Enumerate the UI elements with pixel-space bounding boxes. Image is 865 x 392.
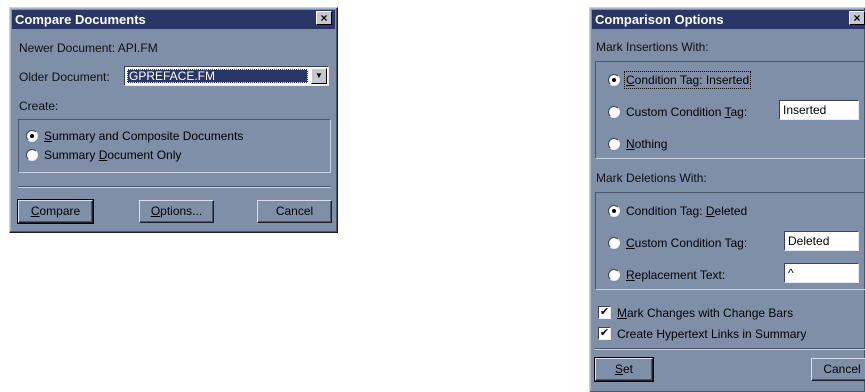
insert-nothing-label: Nothing — [626, 137, 668, 151]
close-button[interactable]: × — [316, 11, 332, 25]
radio-delete-condition-tag[interactable] — [608, 205, 620, 217]
radio-insert-custom-tag[interactable] — [608, 106, 620, 118]
newer-document-label: Newer Document: — [19, 41, 116, 55]
close-icon: × — [853, 11, 861, 25]
insert-custom-tag-input[interactable]: Inserted — [779, 100, 859, 120]
radio-insert-condition-tag[interactable] — [608, 74, 620, 86]
check-icon[interactable]: ✔ — [598, 306, 611, 319]
hypertext-links-option[interactable]: ✔ Create Hypertext Links in Summary — [598, 326, 806, 342]
comparison-options-dialog: Comparison Options × Mark Insertions Wit… — [589, 7, 865, 392]
option-summary-only[interactable]: Summary Document Only — [26, 147, 181, 163]
delete-custom-tag-input[interactable]: Deleted — [784, 231, 859, 251]
chevron-down-icon[interactable]: ▼ — [311, 68, 327, 84]
divider — [18, 186, 331, 188]
radio-delete-custom-tag[interactable] — [608, 237, 620, 249]
check-icon[interactable]: ✔ — [598, 327, 611, 340]
change-bars-option[interactable]: ✔ Mark Changes with Change Bars — [598, 305, 793, 321]
mark-deletions-label: Mark Deletions With: — [596, 171, 707, 185]
cancel-button[interactable]: Cancel — [257, 200, 332, 223]
newer-document-row: Newer Document: API.FM — [19, 41, 158, 55]
delete-custom-tag-label: Custom Condition Tag: — [626, 236, 748, 250]
change-bars-label: Mark Changes with Change Bars — [617, 306, 794, 320]
radio-summary-only[interactable] — [26, 149, 38, 161]
create-label: Create: — [19, 99, 59, 113]
older-document-select[interactable]: GPREFACE.FM ▼ — [124, 66, 329, 86]
dialog-title: Compare Documents — [15, 12, 146, 27]
insert-custom-tag-option[interactable]: Custom Condition Tag: — [608, 104, 747, 120]
radio-insert-nothing[interactable] — [608, 138, 620, 150]
insert-nothing-option[interactable]: Nothing — [608, 136, 667, 152]
hypertext-links-label: Create Hypertext Links in Summary — [617, 327, 807, 341]
replacement-text-label: Replacement Text: — [626, 268, 726, 282]
older-document-value: GPREFACE.FM — [127, 69, 308, 83]
dialog-title: Comparison Options — [595, 12, 724, 27]
comparison-options-titlebar[interactable]: Comparison Options — [592, 10, 865, 29]
insert-condition-tag-option[interactable]: Condition Tag: Inserted — [608, 71, 752, 89]
delete-custom-tag-option[interactable]: Custom Condition Tag: — [608, 235, 747, 251]
options-button[interactable]: Options... — [139, 200, 214, 223]
insert-condition-tag-label: Condition Tag: Inserted — [623, 71, 752, 89]
deletions-group: Condition Tag: Deleted Custom Condition … — [595, 192, 865, 290]
compare-button[interactable]: Compare — [17, 199, 94, 224]
radio-replacement-text[interactable] — [608, 269, 620, 281]
create-options-group: Summary and Composite Documents Summary … — [18, 119, 331, 173]
option-summary-composite[interactable]: Summary and Composite Documents — [26, 128, 243, 144]
cancel-button[interactable]: Cancel — [811, 358, 865, 381]
mark-insertions-label: Mark Insertions With: — [596, 40, 709, 54]
delete-condition-tag-option[interactable]: Condition Tag: Deleted — [608, 203, 747, 219]
close-button[interactable]: × — [849, 11, 865, 25]
compare-documents-dialog: Compare Documents × Newer Document: API.… — [9, 7, 338, 233]
option-summary-only-label: Summary Document Only — [44, 148, 182, 162]
insertions-group: Condition Tag: Inserted Custom Condition… — [595, 61, 865, 159]
insert-custom-tag-label: Custom Condition Tag: — [626, 105, 748, 119]
divider — [595, 348, 865, 350]
delete-condition-tag-label: Condition Tag: Deleted — [626, 204, 748, 218]
replacement-text-option[interactable]: Replacement Text: — [608, 267, 725, 283]
older-document-label: Older Document: — [19, 70, 110, 84]
replacement-text-input[interactable]: ^ — [784, 263, 859, 283]
newer-document-value: API.FM — [117, 41, 158, 55]
radio-summary-composite[interactable] — [26, 130, 38, 142]
option-summary-composite-label: Summary and Composite Documents — [44, 129, 244, 143]
close-icon: × — [320, 11, 328, 25]
compare-documents-titlebar[interactable]: Compare Documents — [12, 10, 335, 29]
set-button[interactable]: Set — [594, 357, 654, 382]
